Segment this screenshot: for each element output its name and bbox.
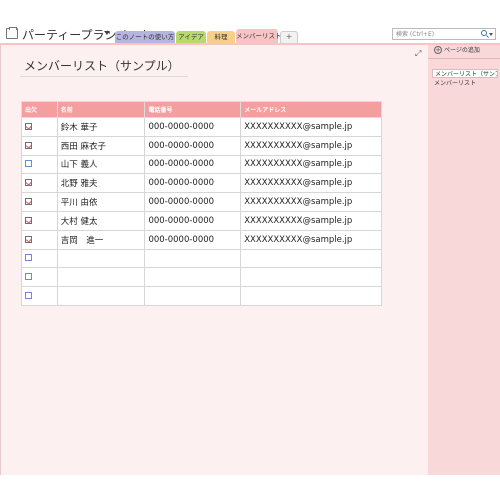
attendance-checkbox[interactable] [25, 179, 32, 187]
email-cell[interactable]: XXXXXXXXXX@sample.jp [240, 154, 382, 175]
table-header-row: 出欠 名前 電話番号 メールアドレス [21, 101, 382, 118]
table-row: 北野 雅夫 000-0000-0000 XXXXXXXXXX@sample.jp [21, 173, 382, 194]
attendance-checkbox[interactable] [25, 160, 32, 168]
page-list-item-member-list[interactable]: メンバーリスト [432, 79, 498, 88]
name-cell[interactable]: 鈴木 華子 [56, 117, 146, 137]
table-row: 西田 麻衣子 000-0000-0000 XXXXXXXXXX@sample.jp [21, 135, 382, 156]
phone-cell[interactable] [144, 286, 242, 306]
table-row [21, 248, 382, 269]
phone-cell[interactable]: 000-0000-0000 [144, 154, 242, 175]
add-page-button[interactable]: ページの追加 [444, 46, 480, 55]
attendance-cell [21, 117, 58, 137]
name-cell[interactable]: 北野 雅夫 [56, 173, 146, 194]
phone-cell[interactable]: 000-0000-0000 [144, 210, 242, 231]
phone-cell[interactable]: 000-0000-0000 [144, 135, 242, 156]
search-icon[interactable] [481, 30, 487, 36]
table-row: 山下 義人 000-0000-0000 XXXXXXXXXX@sample.jp [21, 154, 382, 175]
tab-food[interactable]: 料理 [207, 31, 235, 43]
email-cell[interactable] [240, 267, 382, 288]
member-table: 出欠 名前 電話番号 メールアドレス 鈴木 華子 000-0000-0000 XXX… [21, 101, 382, 306]
header-name[interactable]: 名前 [56, 101, 146, 118]
header-attendance[interactable]: 出欠 [21, 101, 58, 118]
title-bar: パーティープランノート このノートの使い方 アイデア 料理 メンバーリスト + … [0, 0, 500, 44]
tab-ideas[interactable]: アイデア [176, 31, 206, 43]
tab-how-to-use[interactable]: このノートの使い方 [115, 31, 175, 43]
attendance-cell [21, 229, 58, 250]
search-placeholder: 検索 (Ctrl+E) [396, 31, 435, 38]
table-row: 大村 健太 000-0000-0000 XXXXXXXXXX@sample.jp [21, 210, 382, 231]
attendance-cell [21, 173, 58, 194]
email-cell[interactable]: XXXXXXXXXX@sample.jp [240, 192, 382, 212]
phone-cell[interactable]: 000-0000-0000 [144, 192, 242, 212]
attendance-checkbox[interactable] [25, 122, 32, 130]
chevron-down-icon[interactable] [104, 31, 110, 35]
add-section-tab[interactable]: + [280, 31, 298, 43]
attendance-cell [21, 286, 58, 306]
phone-cell[interactable] [144, 267, 242, 288]
page-title[interactable]: メンバーリスト（サンプル） [24, 57, 180, 74]
header-email[interactable]: メールアドレス [240, 101, 382, 118]
page-list-item-sample[interactable]: メンバーリスト（サンプル [432, 69, 498, 78]
email-cell[interactable]: XXXXXXXXXX@sample.jp [240, 117, 382, 137]
notebook-icon [6, 27, 18, 39]
phone-cell[interactable] [144, 248, 242, 269]
search-scope-chevron-icon[interactable] [489, 33, 493, 36]
expand-icon[interactable]: ⤢ [415, 49, 421, 59]
attendance-checkbox[interactable] [25, 254, 32, 262]
attendance-cell [21, 267, 58, 288]
attendance-checkbox[interactable] [25, 292, 32, 300]
table-row [21, 267, 382, 288]
attendance-checkbox[interactable] [25, 235, 32, 243]
name-cell[interactable]: 西田 麻衣子 [56, 135, 146, 156]
email-cell[interactable]: XXXXXXXXXX@sample.jp [240, 210, 382, 231]
email-cell[interactable]: XXXXXXXXXX@sample.jp [240, 229, 382, 250]
attendance-checkbox[interactable] [25, 273, 32, 281]
email-cell[interactable]: XXXXXXXXXX@sample.jp [240, 135, 382, 156]
table-row: 鈴木 華子 000-0000-0000 XXXXXXXXXX@sample.jp [21, 117, 382, 137]
name-cell[interactable]: 山下 義人 [56, 154, 146, 175]
phone-cell[interactable]: 000-0000-0000 [144, 117, 242, 137]
name-cell[interactable]: 吉岡 進一 [56, 229, 146, 250]
table-row [21, 286, 382, 306]
window-bottom-edge [0, 475, 500, 500]
table-row: 平川 由依 000-0000-0000 XXXXXXXXXX@sample.jp [21, 192, 382, 212]
page-list-panel [428, 45, 500, 475]
name-cell[interactable]: 大村 健太 [56, 210, 146, 231]
email-cell[interactable]: XXXXXXXXXX@sample.jp [240, 173, 382, 194]
attendance-cell [21, 210, 58, 231]
panel-divider [428, 58, 500, 59]
name-cell[interactable] [56, 286, 146, 306]
table-row: 吉岡 進一 000-0000-0000 XXXXXXXXXX@sample.jp [21, 229, 382, 250]
phone-cell[interactable]: 000-0000-0000 [144, 173, 242, 194]
tab-member-list[interactable]: メンバーリスト [236, 29, 282, 43]
name-cell[interactable] [56, 267, 146, 288]
name-cell[interactable] [56, 248, 146, 269]
email-cell[interactable] [240, 286, 382, 306]
attendance-cell [21, 192, 58, 212]
title-divider [20, 76, 188, 77]
attendance-checkbox[interactable] [25, 141, 32, 149]
search-input[interactable]: 検索 (Ctrl+E) [392, 28, 496, 40]
attendance-checkbox[interactable] [25, 216, 32, 224]
attendance-cell [21, 154, 58, 175]
attendance-cell [21, 248, 58, 269]
add-circle-icon[interactable]: + [434, 46, 442, 54]
attendance-cell [21, 135, 58, 156]
phone-cell[interactable]: 000-0000-0000 [144, 229, 242, 250]
name-cell[interactable]: 平川 由依 [56, 192, 146, 212]
attendance-checkbox[interactable] [25, 198, 32, 206]
header-phone[interactable]: 電話番号 [144, 101, 242, 118]
email-cell[interactable] [240, 248, 382, 269]
